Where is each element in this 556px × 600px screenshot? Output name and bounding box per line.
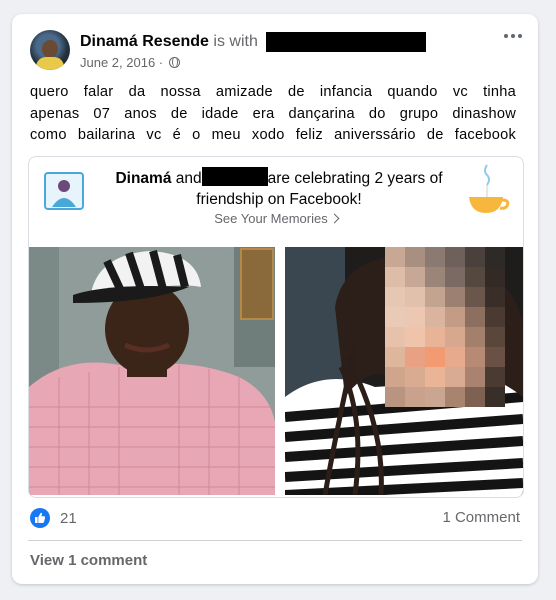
post-text: quero falar da nossa amizade de infancia… bbox=[30, 82, 516, 147]
see-memories-label: See Your Memories bbox=[214, 211, 328, 226]
author-name[interactable]: Dinamá Resende bbox=[80, 33, 209, 50]
post-text-line: como bailarina vc é o meu xodo feliz ani… bbox=[30, 127, 516, 143]
see-memories-link[interactable]: See Your Memories bbox=[29, 211, 523, 226]
globe-icon bbox=[169, 57, 181, 68]
author-line: Dinamá Resende is with bbox=[80, 32, 427, 52]
friend-photo-1[interactable] bbox=[29, 247, 275, 495]
author-avatar[interactable] bbox=[30, 30, 70, 70]
friend-photo-2[interactable] bbox=[285, 247, 523, 495]
view-comments-link[interactable]: View 1 comment bbox=[30, 552, 147, 569]
post-text-line: quero falar da nossa amizade de infancia… bbox=[30, 84, 516, 100]
memory-name: Dinamá bbox=[115, 170, 172, 187]
like-count: 21 bbox=[60, 509, 77, 527]
memory-header: Dinamá and are celebrating 2 years of fri… bbox=[29, 157, 523, 247]
friendship-memory-card[interactable]: Dinamá and are celebrating 2 years of fri… bbox=[28, 156, 524, 498]
redacted-friend bbox=[201, 167, 268, 186]
memory-and: and bbox=[175, 170, 202, 187]
blurred-photo-illustration bbox=[285, 247, 523, 495]
post-meta: June 2, 2016 · bbox=[80, 55, 181, 70]
memory-title: Dinamá and are celebrating 2 years of fri… bbox=[99, 167, 459, 210]
with-text: is with bbox=[213, 33, 258, 51]
reactions-summary[interactable]: 21 bbox=[30, 508, 77, 528]
more-options-icon[interactable] bbox=[504, 34, 522, 38]
post-card: Dinamá Resende is with June 2, 2016 · qu… bbox=[12, 14, 538, 584]
redacted-tag bbox=[266, 32, 427, 52]
photo-illustration bbox=[29, 247, 275, 495]
teacup-icon bbox=[469, 164, 510, 213]
chevron-right-icon bbox=[329, 213, 340, 224]
comments-count-link[interactable]: 1 Comment bbox=[442, 509, 520, 526]
post-date[interactable]: June 2, 2016 · bbox=[80, 55, 163, 70]
thumbs-up-icon bbox=[30, 508, 50, 528]
post-text-line: apenas 07 anos de idade era dançarina do… bbox=[30, 105, 516, 122]
friend-photo-icon bbox=[44, 172, 84, 210]
divider bbox=[28, 540, 522, 541]
